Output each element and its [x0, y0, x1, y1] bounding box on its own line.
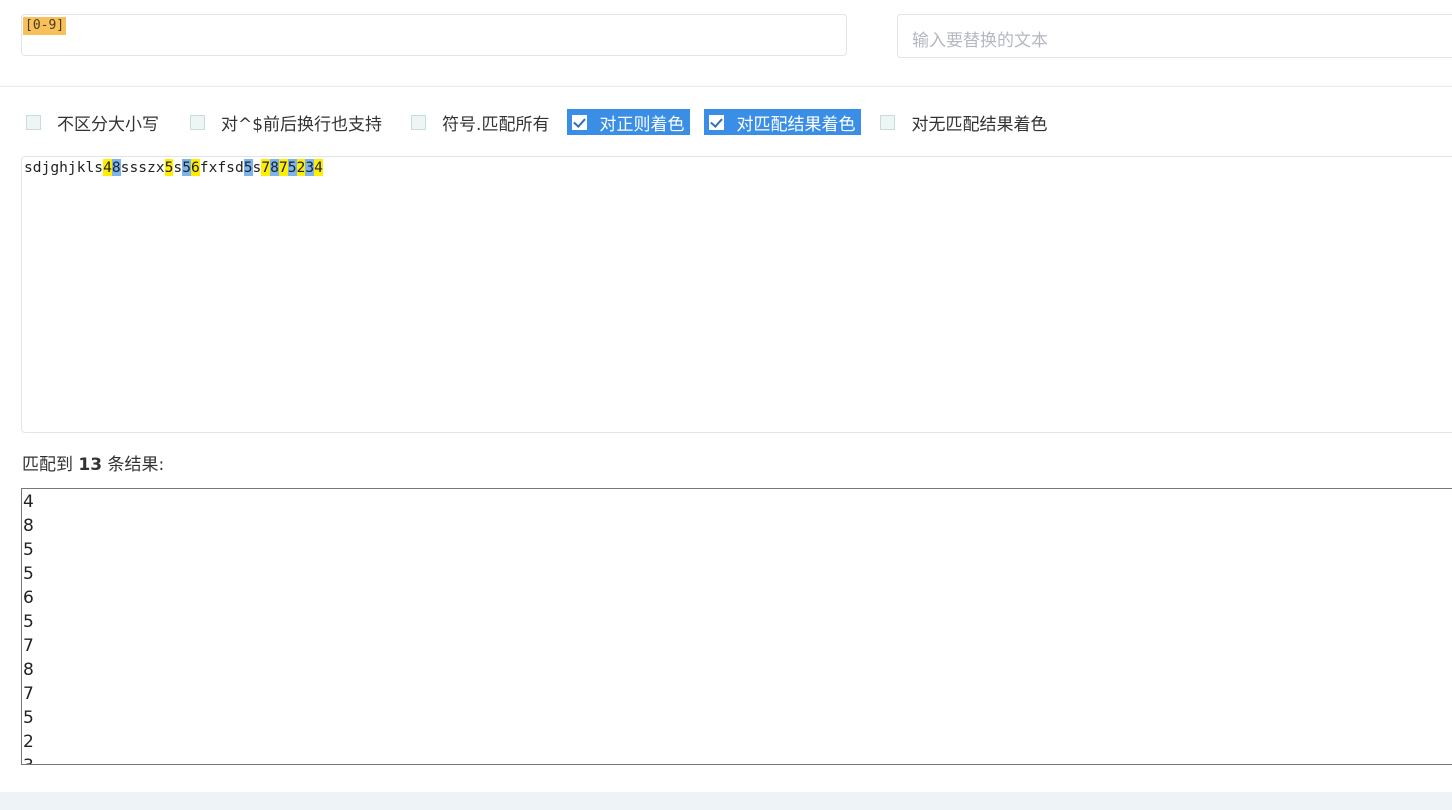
- match-highlight: 8: [111, 159, 121, 176]
- match-highlight: 6: [191, 159, 200, 176]
- subject-text-area[interactable]: sdjghjkls48ssszx5s56fxfsd5s7875234: [21, 156, 1452, 433]
- bottom-bar: [0, 792, 1452, 810]
- match-highlight: 4: [103, 159, 112, 176]
- option-label: 对无匹配结果着色: [911, 114, 1048, 135]
- match-highlight: 8: [270, 159, 279, 176]
- option-label: 对匹配结果着色: [736, 114, 856, 135]
- regex-input[interactable]: [0-9]: [21, 14, 847, 56]
- subject-text: sdjghjkls48ssszx5s56fxfsd5s7875234: [24, 159, 323, 177]
- match-highlight: 5: [182, 159, 191, 176]
- match-highlight: 7: [278, 159, 288, 176]
- match-highlight: 5: [243, 159, 253, 176]
- option-label: 对正则着色: [599, 114, 685, 135]
- results-inner: 4855657875234: [22, 489, 1452, 764]
- result-count-number: 13: [78, 455, 103, 475]
- match-highlight: 3: [305, 159, 315, 176]
- option-label: 符号.匹配所有: [442, 114, 550, 135]
- match-highlight: 7: [261, 159, 271, 176]
- result-count-prefix: 匹配到: [22, 455, 73, 475]
- result-count-suffix: 条结果:: [107, 455, 165, 475]
- match-highlight: 5: [287, 159, 297, 176]
- result-line: 4: [23, 492, 34, 512]
- checkbox-icon[interactable]: [26, 114, 41, 130]
- result-line: 5: [23, 708, 34, 728]
- option-label: 对^$前后换行也支持: [221, 114, 383, 135]
- replace-placeholder: 输入要替换的文本: [912, 31, 1048, 51]
- subject-segment: fxfsd: [199, 159, 244, 176]
- result-line: 8: [23, 516, 34, 536]
- result-line: 6: [23, 588, 34, 608]
- option-dotall[interactable]: 符号.匹配所有: [406, 109, 549, 135]
- option-case-insensitive[interactable]: 不区分大小写: [21, 109, 159, 135]
- option-label: 不区分大小写: [57, 114, 159, 135]
- checkbox-icon[interactable]: [411, 114, 427, 130]
- option-multiline[interactable]: 对^$前后换行也支持: [185, 109, 382, 135]
- regex-pattern-token: [0-9]: [23, 17, 67, 35]
- results-list[interactable]: 4855657875234: [21, 488, 1452, 765]
- result-line: 3: [22, 754, 1452, 764]
- result-line: 2: [23, 732, 34, 752]
- subject-segment: s: [252, 159, 262, 176]
- checkbox-icon[interactable]: [190, 114, 205, 130]
- subject-segment: ssszx: [120, 159, 165, 176]
- match-highlight: 4: [314, 159, 323, 176]
- subject-segment: sdjghjkls: [24, 159, 104, 176]
- result-line: 5: [23, 612, 34, 632]
- divider: [0, 86, 1452, 87]
- result-count: 匹配到 13 条结果:: [22, 450, 164, 475]
- result-line: 7: [23, 684, 34, 704]
- option-color-matches[interactable]: 对匹配结果着色: [704, 109, 862, 135]
- result-line: 5: [23, 540, 34, 560]
- subject-segment: s: [173, 159, 183, 176]
- checkmark-icon[interactable]: [572, 114, 588, 130]
- result-line: 5: [23, 564, 34, 584]
- option-color-regex[interactable]: 对正则着色: [567, 109, 691, 135]
- checkmark-icon[interactable]: [709, 114, 725, 130]
- option-color-nonmatches[interactable]: 对无匹配结果着色: [875, 109, 1047, 135]
- regex-tester-page: [0-9] 输入要替换的文本 不区分大小写 对^$前后换行也支持 符号.匹配所有…: [0, 0, 1452, 810]
- match-highlight: 2: [296, 159, 306, 176]
- options-bar: 不区分大小写 对^$前后换行也支持 符号.匹配所有 对正则着色 对匹配结果着色 …: [21, 108, 1047, 136]
- checkbox-icon[interactable]: [880, 114, 896, 130]
- result-line: 8: [23, 660, 34, 680]
- result-line: 7: [23, 636, 34, 656]
- replace-input[interactable]: 输入要替换的文本: [897, 14, 1452, 58]
